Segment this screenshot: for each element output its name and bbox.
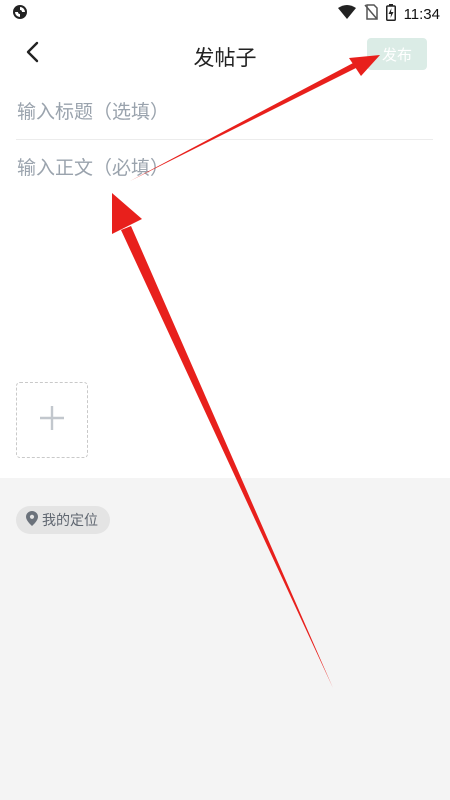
sync-icon — [12, 4, 28, 24]
header: 发帖子 发布 — [0, 30, 450, 80]
add-image-button[interactable] — [16, 382, 88, 458]
status-time: 11:34 — [403, 5, 440, 23]
divider — [16, 139, 433, 140]
location-pin-icon — [26, 510, 38, 530]
battery-icon — [385, 3, 396, 25]
wifi-icon — [337, 5, 356, 23]
publish-button[interactable]: 发布 — [367, 38, 427, 70]
location-chip[interactable]: 我的定位 — [16, 506, 110, 534]
title-input[interactable] — [17, 96, 432, 128]
status-left — [12, 4, 28, 24]
body-input[interactable] — [17, 153, 432, 353]
plus-icon — [39, 405, 65, 435]
location-label: 我的定位 — [42, 513, 98, 529]
bottom-panel: 我的定位 — [0, 478, 450, 800]
status-right: 11:34 — [337, 3, 440, 25]
no-sim-icon — [363, 4, 378, 24]
status-bar: 11:34 — [0, 0, 450, 28]
